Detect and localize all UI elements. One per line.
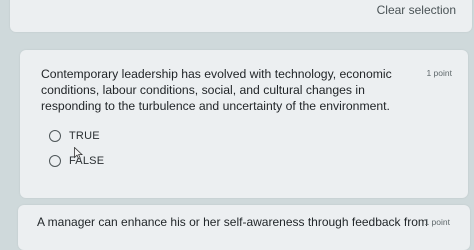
radio-true[interactable] bbox=[49, 130, 61, 142]
next-question-points: 1 point bbox=[424, 217, 450, 227]
option-true[interactable]: TRUE bbox=[49, 130, 100, 142]
previous-question-card: Clear selection bbox=[10, 0, 472, 32]
next-question-card: A manager can enhance his or her self-aw… bbox=[18, 205, 470, 250]
option-true-label: TRUE bbox=[69, 130, 100, 142]
next-question-text: A manager can enhance his or her self-aw… bbox=[37, 215, 428, 229]
question-points: 1 point bbox=[426, 68, 452, 78]
question-card: Contemporary leadership has evolved with… bbox=[20, 50, 468, 198]
question-text: Contemporary leadership has evolved with… bbox=[41, 67, 392, 113]
radio-false[interactable] bbox=[49, 155, 61, 167]
mouse-pointer-icon bbox=[74, 147, 83, 160]
clear-selection-button[interactable]: Clear selection bbox=[377, 3, 456, 17]
